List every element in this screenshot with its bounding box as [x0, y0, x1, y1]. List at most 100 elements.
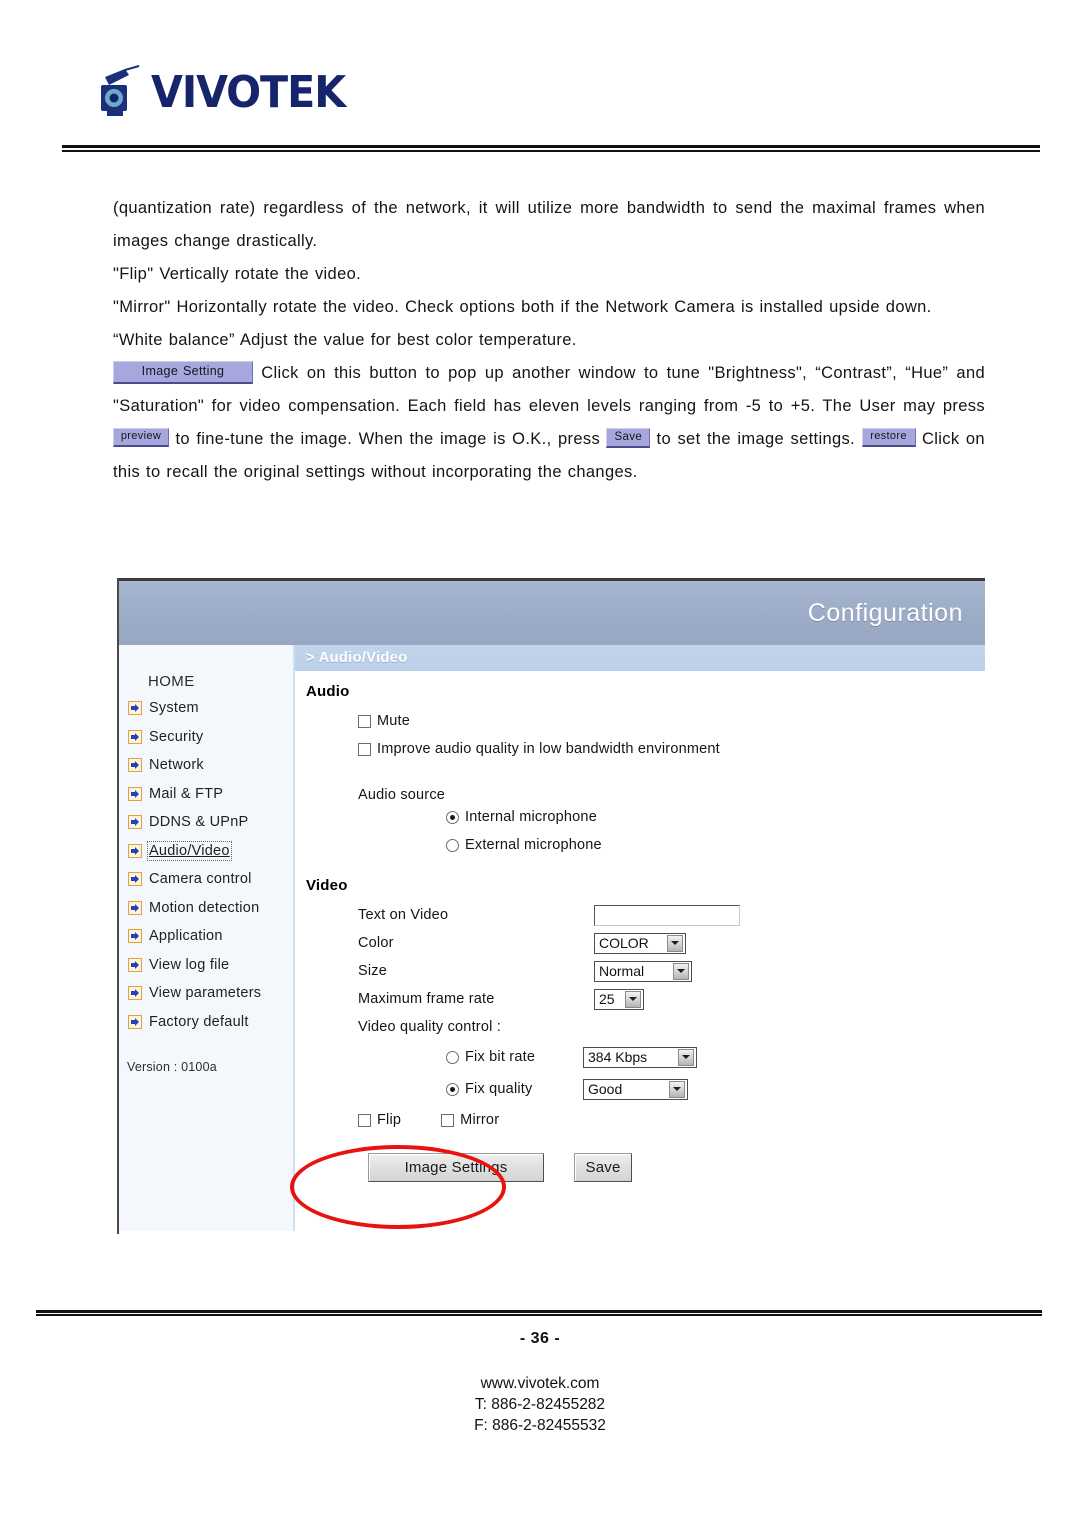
sidebar-label: Motion detection — [149, 899, 260, 916]
arrow-right-icon — [128, 786, 142, 801]
document-body: (quantization rate) regardless of the ne… — [113, 192, 985, 489]
arrow-right-icon — [128, 872, 142, 887]
audio-source-row: Audio source — [306, 763, 985, 803]
screenshot-body: HOME System Security Network Mail & FTP … — [119, 645, 985, 1231]
paragraph-mirror: "Mirror" Horizontally rotate the video. … — [113, 298, 932, 316]
fix-bit-rate-row[interactable]: Fix bit rate 384 Kbps — [306, 1041, 985, 1073]
mute-checkbox[interactable] — [358, 714, 371, 728]
external-microphone-radio[interactable] — [446, 838, 459, 852]
sidebar-item-motion-detection[interactable]: Motion detection — [119, 894, 293, 923]
save-button[interactable]: Save — [574, 1153, 632, 1182]
fix-bit-rate-radio[interactable] — [446, 1050, 459, 1064]
quality-select[interactable]: Good — [583, 1078, 688, 1100]
arrow-right-icon — [128, 729, 142, 744]
arrow-right-icon — [128, 900, 142, 915]
page-header: VIVOTEK — [95, 62, 346, 124]
improve-audio-row[interactable]: Improve audio quality in low bandwidth e… — [306, 735, 985, 763]
mute-row[interactable]: Mute — [306, 707, 985, 735]
frame-rate-select[interactable]: 25 — [594, 988, 644, 1010]
sidebar-item-system[interactable]: System — [119, 694, 293, 723]
paragraph-image-setting-text-c: to set the image settings. — [656, 430, 856, 448]
size-select[interactable]: Normal — [594, 960, 692, 982]
chevron-down-icon[interactable] — [669, 1080, 685, 1098]
internal-mic-row[interactable]: Internal microphone — [306, 803, 985, 831]
sidebar-item-camera-control[interactable]: Camera control — [119, 865, 293, 894]
fix-quality-radio[interactable] — [446, 1082, 459, 1096]
color-select[interactable]: COLOR — [594, 932, 686, 954]
sidebar-label: Security — [149, 728, 204, 745]
sidebar-item-mail-ftp[interactable]: Mail & FTP — [119, 780, 293, 809]
chevron-down-icon[interactable] — [667, 934, 683, 952]
flip-label: Flip — [377, 1112, 402, 1128]
sidebar-item-ddns-upnp[interactable]: DDNS & UPnP — [119, 808, 293, 837]
sidebar-label: Camera control — [149, 871, 252, 888]
settings-form: Audio Mute Improve audio quality in low … — [295, 671, 985, 1182]
sidebar-item-factory-default[interactable]: Factory default — [119, 1008, 293, 1037]
audio-section-title: Audio — [306, 683, 350, 700]
header-divider — [62, 145, 1040, 152]
sidebar-label: Audio/Video — [147, 840, 232, 861]
paragraph-quantization: (quantization rate) regardless of the ne… — [113, 199, 985, 250]
image-settings-button[interactable]: Image Settings — [368, 1153, 544, 1182]
footer-fax: F: 886-2-82455532 — [474, 1417, 606, 1434]
fix-bit-rate-label: Fix bit rate — [465, 1049, 536, 1065]
paragraph-image-setting: Image Setting Click on this button to po… — [113, 357, 985, 489]
size-label: Size — [358, 963, 388, 979]
inline-save-button[interactable]: Save — [606, 427, 651, 448]
color-label: Color — [358, 935, 394, 951]
page-title: Configuration — [807, 598, 963, 627]
video-section-title: Video — [306, 877, 348, 894]
app-title-bar: Configuration — [119, 581, 985, 645]
text-on-video-input[interactable] — [594, 904, 740, 926]
footer-website: www.vivotek.com — [480, 1375, 600, 1392]
sidebar-item-view-parameters[interactable]: View parameters — [119, 979, 293, 1008]
sidebar-item-audio-video[interactable]: Audio/Video — [119, 837, 293, 866]
bit-rate-select[interactable]: 384 Kbps — [583, 1046, 697, 1068]
chevron-down-icon[interactable] — [678, 1048, 694, 1066]
content-pane: > Audio/Video Audio Mute Improve audio q… — [295, 645, 985, 1231]
sidebar-item-home[interactable]: HOME — [119, 645, 293, 694]
sidebar-label: View log file — [149, 956, 230, 973]
flip-checkbox[interactable] — [358, 1113, 371, 1127]
inline-preview-button[interactable]: preview — [113, 427, 169, 448]
chevron-down-icon[interactable] — [673, 962, 689, 980]
sidebar-item-view-log-file[interactable]: View log file — [119, 951, 293, 980]
arrow-right-icon — [128, 957, 142, 972]
sidebar-label: View parameters — [149, 985, 262, 1002]
quality-select-value: Good — [588, 1081, 623, 1097]
arrow-right-icon — [128, 843, 142, 858]
brand-wordmark: VIVOTEK — [151, 67, 346, 118]
mirror-label: Mirror — [460, 1112, 500, 1128]
breadcrumb: > Audio/Video — [295, 645, 985, 671]
arrow-right-icon — [128, 758, 142, 773]
chevron-down-icon[interactable] — [625, 990, 641, 1008]
mirror-checkbox[interactable] — [441, 1113, 455, 1127]
flip-mirror-row: Flip Mirror — [306, 1105, 985, 1135]
sidebar-item-security[interactable]: Security — [119, 723, 293, 752]
improve-audio-checkbox[interactable] — [358, 742, 371, 756]
external-mic-row[interactable]: External microphone — [306, 831, 985, 859]
audio-source-label: Audio source — [358, 787, 446, 803]
text-on-video-row: Text on Video — [306, 901, 985, 929]
sidebar-label: System — [149, 700, 199, 717]
sidebar-item-network[interactable]: Network — [119, 751, 293, 780]
inline-image-setting-button[interactable]: Image Setting — [113, 361, 253, 385]
inline-restore-button[interactable]: restore — [861, 427, 916, 448]
internal-microphone-radio[interactable] — [446, 810, 459, 824]
frame-rate-label: Maximum frame rate — [358, 991, 495, 1007]
arrow-right-icon — [128, 986, 142, 1001]
sidebar-label: Network — [149, 757, 204, 774]
color-select-value: COLOR — [599, 935, 649, 951]
arrow-right-icon — [128, 815, 142, 830]
firmware-version: Version : 0100a — [127, 1060, 217, 1074]
sidebar-label: Mail & FTP — [149, 785, 224, 802]
sidebar-label: DDNS & UPnP — [149, 814, 249, 831]
camera-config-screenshot: Configuration HOME System Security Netwo… — [117, 578, 985, 1234]
footer-divider — [36, 1310, 1042, 1316]
text-on-video-label: Text on Video — [358, 907, 449, 923]
size-select-value: Normal — [599, 963, 645, 979]
sidebar-item-application[interactable]: Application — [119, 922, 293, 951]
internal-microphone-label: Internal microphone — [465, 809, 597, 825]
fix-quality-row[interactable]: Fix quality Good — [306, 1073, 985, 1105]
paragraph-white-balance: “White balance” Adjust the value for bes… — [113, 331, 577, 349]
